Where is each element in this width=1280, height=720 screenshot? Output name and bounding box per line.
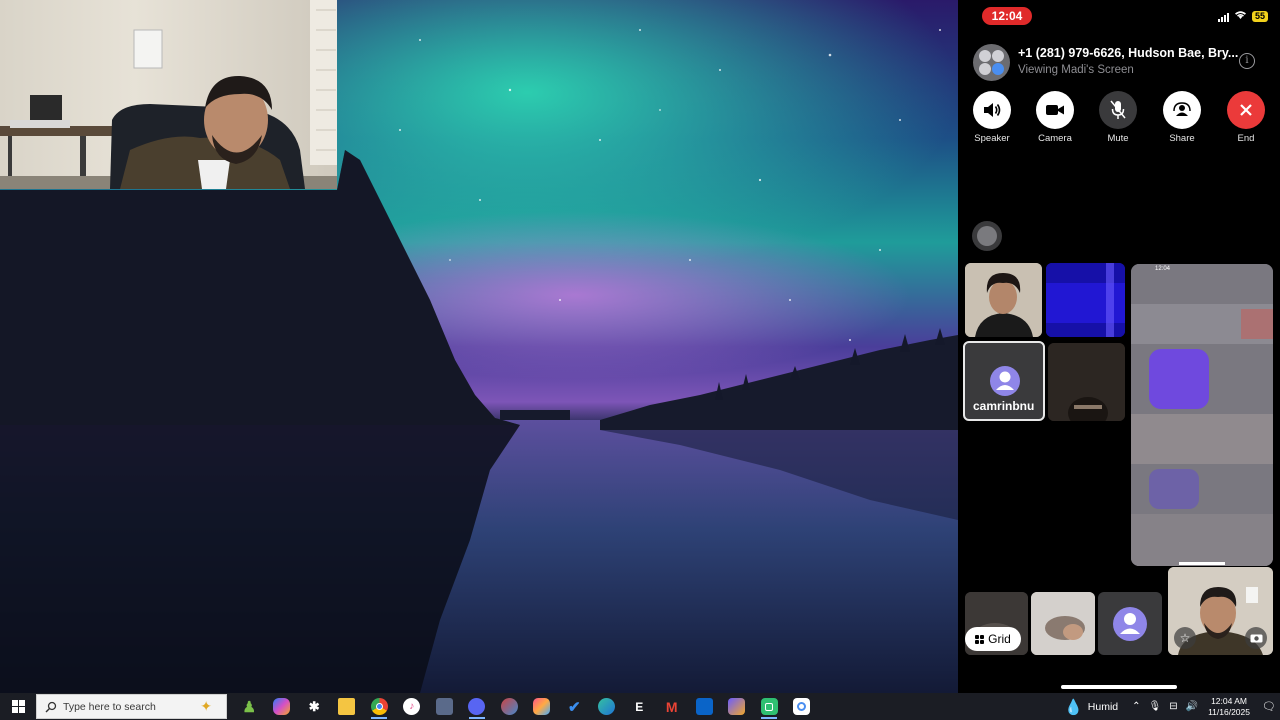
call-subtitle: Viewing Madi's Screen <box>1018 64 1134 76</box>
app-icon[interactable] <box>493 693 526 720</box>
gmail-icon[interactable]: M <box>656 693 689 720</box>
flip-camera-icon[interactable] <box>1245 627 1267 649</box>
app-icon[interactable] <box>428 693 461 720</box>
weather-widget[interactable]: 💧 Humid <box>1064 698 1118 716</box>
chess-icon[interactable]: ♟ <box>233 693 266 720</box>
water-drop-icon: 💧 <box>1064 698 1083 716</box>
facetime-call-panel: 12:04 55 +1 (281) 979-6626, Hudson Bae, … <box>958 0 1280 693</box>
windows-taskbar: ✦ ♟ ✱ ♪ ✔ E M 💧 Humid <box>0 693 1280 720</box>
group-avatar <box>973 44 1010 81</box>
end-call-icon[interactable] <box>1227 91 1265 129</box>
taskbar-apps: ♟ ✱ ♪ ✔ E M <box>233 693 818 720</box>
participant-tile[interactable] <box>1046 263 1125 337</box>
shared-screen-tile[interactable]: 12:04 <box>1131 264 1273 566</box>
participant-name: camrinbnu <box>973 399 1035 413</box>
outlook-icon[interactable] <box>688 693 721 720</box>
weather-label: Humid <box>1087 700 1119 713</box>
camera-button[interactable]: Camera <box>1035 91 1075 144</box>
participant-video <box>1048 343 1125 421</box>
edge-icon[interactable] <box>591 693 624 720</box>
clock-date: 11/16/2025 <box>1208 706 1250 717</box>
desktop-screen: 12:04 55 +1 (281) 979-6626, Hudson Bae, … <box>0 0 1280 720</box>
microphone-icon[interactable]: 🎙 <box>1149 701 1162 712</box>
discord-icon[interactable] <box>461 693 494 720</box>
grid-icon <box>975 634 985 644</box>
call-title[interactable]: +1 (281) 979-6626, Hudson Bae, Bry... <box>1018 46 1238 60</box>
self-view-tile[interactable]: ☆ <box>1168 567 1273 655</box>
shared-screen-time: 12:04 <box>1155 266 1171 272</box>
taskbar-search[interactable]: ✦ <box>36 694 227 719</box>
call-controls: Speaker Camera Mute Share End <box>972 91 1272 147</box>
info-icon[interactable]: i <box>1239 53 1255 69</box>
clock-time: 12:04 AM <box>1211 695 1247 706</box>
participant-tile[interactable] <box>1098 592 1162 655</box>
volume-icon[interactable]: 🔊 <box>1186 701 1198 712</box>
end-label: End <box>1237 133 1255 144</box>
app-icon[interactable] <box>721 693 754 720</box>
speaker-button[interactable]: Speaker <box>972 91 1012 144</box>
participant-video <box>1031 592 1095 655</box>
assistive-touch-button[interactable] <box>972 221 1002 251</box>
grid-button[interactable]: Grid <box>965 627 1021 651</box>
app-icon[interactable]: ✱ <box>298 693 331 720</box>
app-icon[interactable] <box>786 693 819 720</box>
mute-icon[interactable] <box>1099 91 1137 129</box>
battery-icon: 55 <box>1251 11 1268 22</box>
epic-games-icon[interactable]: E <box>623 693 656 720</box>
grid-label: Grid <box>988 632 1011 646</box>
participant-tile-selected[interactable]: camrinbnu <box>963 341 1045 421</box>
todo-icon[interactable]: ✔ <box>558 693 591 720</box>
notification-icon[interactable]: 🗨 <box>1258 700 1280 713</box>
file-explorer-icon[interactable] <box>331 693 364 720</box>
participant-video <box>965 263 1042 337</box>
effects-icon[interactable]: ☆ <box>1174 627 1196 649</box>
app-icon[interactable] <box>526 693 559 720</box>
search-icon <box>45 701 57 712</box>
person-icon <box>990 366 1020 396</box>
share-button[interactable]: Share <box>1162 91 1202 144</box>
webcam-overlay <box>0 0 337 189</box>
taskbar-clock[interactable]: 12:04 AM 11/16/2025 <box>1208 696 1250 718</box>
wifi-icon <box>1234 10 1247 23</box>
home-indicator[interactable] <box>1061 685 1177 689</box>
person-icon <box>1113 607 1147 641</box>
system-tray: 💧 Humid ⌃ 🎙 ⊟ 🔊 12:04 AM 11/16/2025 🗨 <box>1064 693 1280 720</box>
speaker-label: Speaker <box>974 133 1010 144</box>
participant-tile[interactable] <box>1031 592 1095 655</box>
search-highlight-icon[interactable]: ✦ <box>200 698 212 715</box>
shared-screen-preview <box>1131 264 1273 566</box>
mute-label: Mute <box>1107 133 1129 144</box>
speaker-icon[interactable] <box>973 91 1011 129</box>
chrome-icon[interactable] <box>363 693 396 720</box>
search-input[interactable] <box>63 700 183 713</box>
copilot-icon[interactable] <box>266 693 299 720</box>
phone-link-icon[interactable] <box>753 693 786 720</box>
participant-tile[interactable] <box>1048 343 1125 421</box>
status-bar-icons: 55 <box>1217 10 1268 23</box>
itunes-icon[interactable]: ♪ <box>396 693 429 720</box>
share-icon[interactable] <box>1163 91 1201 129</box>
mute-button[interactable]: Mute <box>1098 91 1138 144</box>
participant-video <box>1046 263 1125 337</box>
chevron-up-icon[interactable]: ⌃ <box>1132 701 1140 712</box>
windows-start-icon[interactable] <box>0 693 36 720</box>
share-label: Share <box>1169 133 1195 144</box>
status-bar-time: 12:04 <box>982 7 1032 25</box>
end-call-button[interactable]: End <box>1226 91 1266 144</box>
camera-icon[interactable] <box>1036 91 1074 129</box>
camera-label: Camera <box>1038 133 1072 144</box>
network-icon[interactable]: ⊟ <box>1169 701 1177 712</box>
participant-tile[interactable] <box>965 263 1042 337</box>
cellular-signal-icon <box>1217 12 1229 22</box>
webcam-feed-image <box>0 0 337 189</box>
